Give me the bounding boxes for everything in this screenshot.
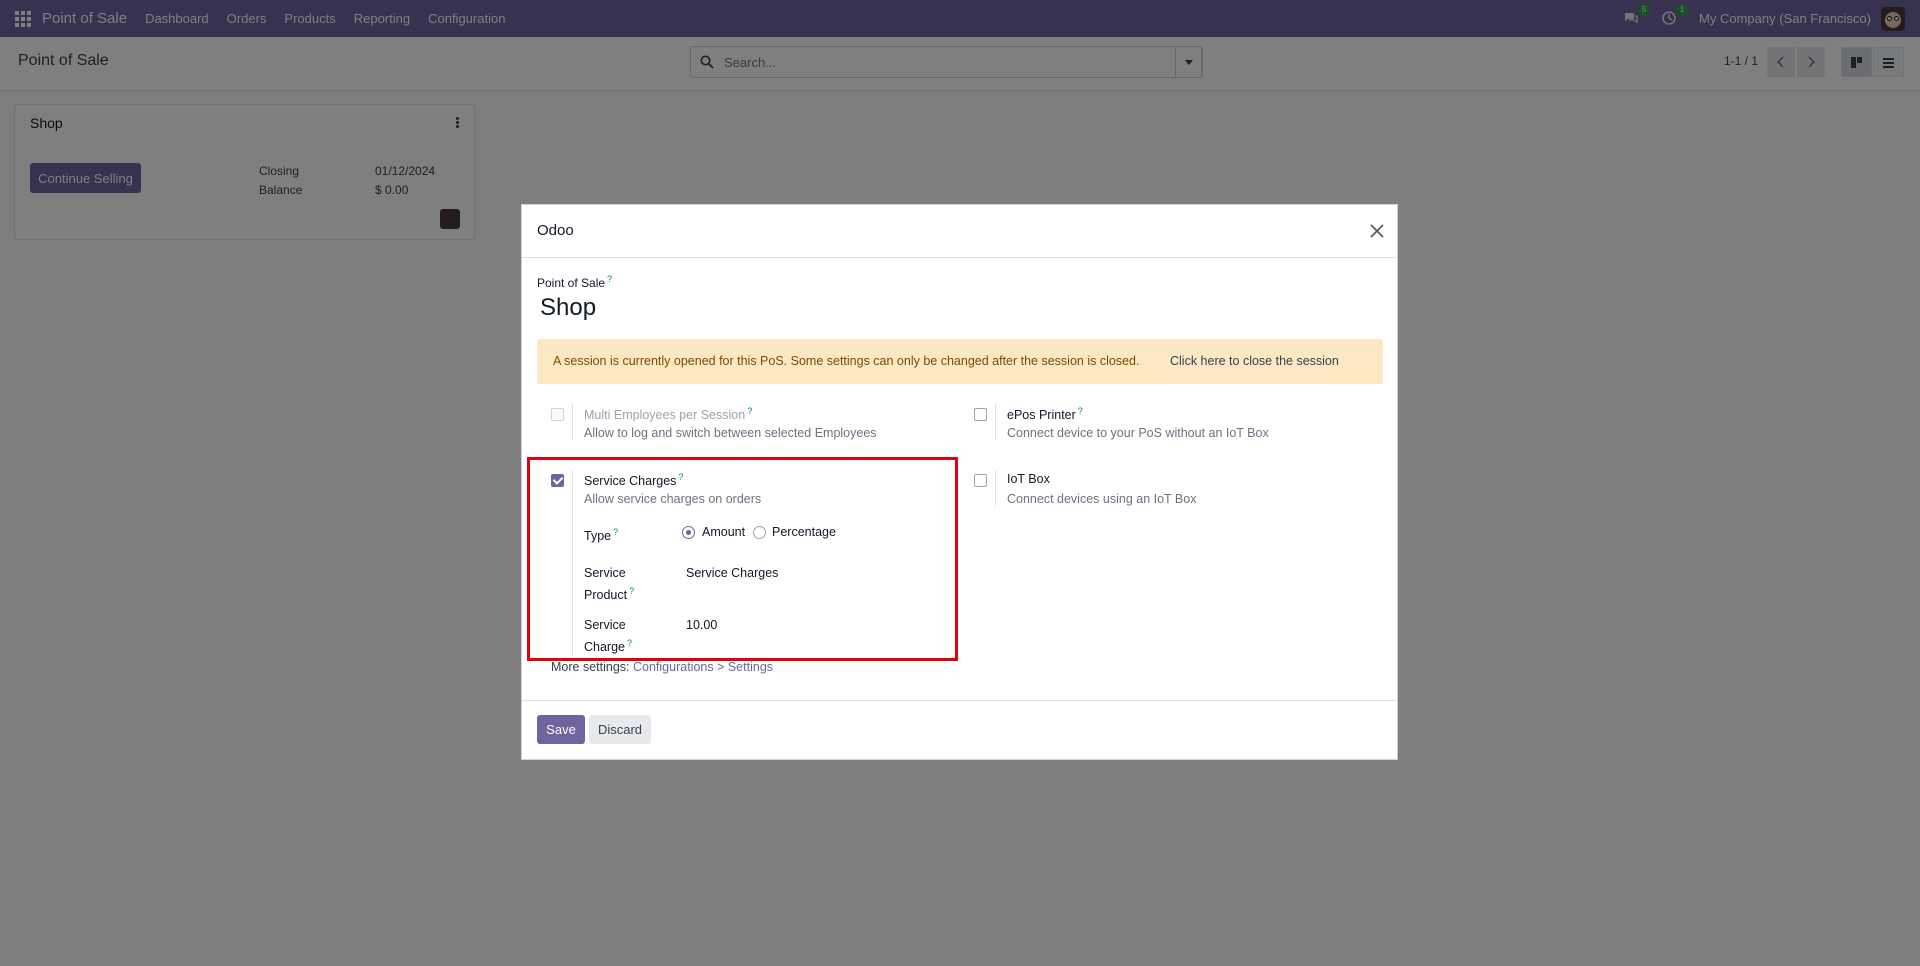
setting-divider: [995, 404, 996, 441]
pos-name-label-text: Point of Sale: [537, 276, 606, 290]
epos-printer-desc: Connect device to your PoS without an Io…: [1007, 426, 1269, 440]
iot-box-title: IoT Box: [1007, 472, 1050, 486]
more-settings: More settings: Configurations > Settings: [551, 660, 773, 674]
more-settings-prefix: More settings:: [551, 660, 630, 674]
dialog-title: Odoo: [537, 222, 574, 239]
multi-employees-title: Multi Employees per Session?: [584, 406, 752, 422]
configuration-settings-link[interactable]: Configurations > Settings: [633, 660, 773, 674]
multi-employees-desc: Allow to log and switch between selected…: [584, 426, 877, 440]
iot-box-desc: Connect devices using an IoT Box: [1007, 492, 1197, 506]
help-tooltip-icon[interactable]: ?: [747, 406, 752, 416]
session-warning-alert: A session is currently opened for this P…: [537, 339, 1383, 384]
help-tooltip-icon[interactable]: ?: [1078, 406, 1083, 416]
epos-printer-checkbox[interactable]: [974, 408, 987, 421]
help-tooltip-icon[interactable]: ?: [607, 274, 612, 284]
discard-button[interactable]: Discard: [589, 715, 651, 744]
service-charges-highlight: [527, 457, 958, 661]
setting-divider: [572, 404, 573, 441]
close-icon[interactable]: [1369, 223, 1385, 239]
iot-box-checkbox[interactable]: [974, 474, 987, 487]
multi-employees-title-text: Multi Employees per Session: [584, 408, 746, 423]
dialog-header: Odoo: [522, 205, 1397, 258]
pos-name-label: Point of Sale?: [537, 274, 612, 290]
epos-printer-title: ePos Printer?: [1007, 406, 1083, 422]
save-button[interactable]: Save: [537, 715, 585, 744]
close-session-link[interactable]: Click here to close the session: [1170, 354, 1339, 368]
epos-printer-title-text: ePos Printer: [1007, 408, 1076, 423]
pos-name-field[interactable]: Shop: [540, 294, 596, 322]
multi-employees-checkbox[interactable]: [551, 408, 564, 421]
dialog-footer: Save Discard: [522, 700, 1397, 760]
pos-settings-dialog: Odoo Point of Sale? Shop A session is cu…: [521, 204, 1398, 760]
alert-message: A session is currently opened for this P…: [553, 354, 1140, 368]
setting-divider: [995, 470, 996, 507]
